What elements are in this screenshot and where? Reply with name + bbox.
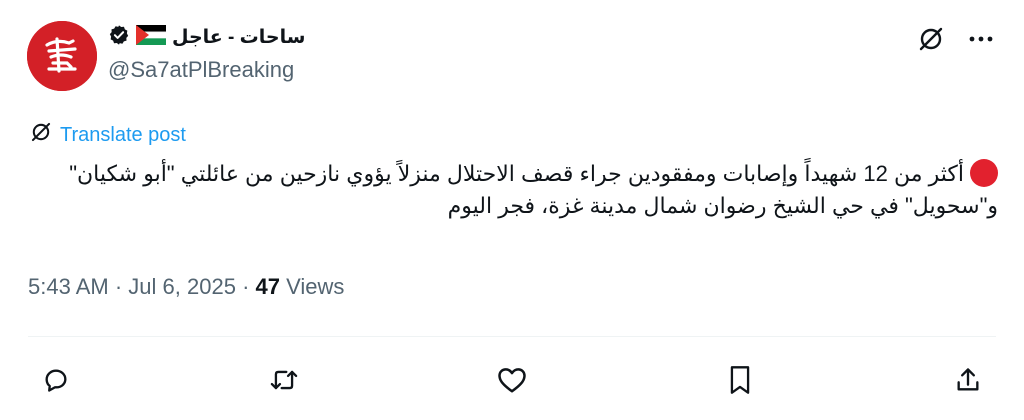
verified-badge-icon xyxy=(108,24,130,51)
translate-label[interactable]: Translate post xyxy=(60,124,186,147)
tweet-date[interactable]: Jul 6, 2025 xyxy=(128,274,236,300)
action-bar xyxy=(36,360,988,400)
palestine-flag-icon xyxy=(136,24,166,50)
author-display-name[interactable]: ساحات - عاجل xyxy=(172,26,305,49)
sahat-logo-icon xyxy=(27,21,97,91)
meta-separator: · xyxy=(114,274,123,299)
tweet-meta: 5:43 AM · Jul 6, 2025 · 47 Views xyxy=(28,274,344,300)
grok-icon[interactable] xyxy=(916,24,946,54)
meta-separator-2: · xyxy=(242,274,250,299)
more-icon[interactable] xyxy=(966,24,996,54)
reply-icon[interactable] xyxy=(36,360,76,400)
author-handle[interactable]: @Sa7atPlBreaking xyxy=(108,57,294,83)
red-circle-emoji-icon xyxy=(970,159,998,187)
divider xyxy=(28,336,996,337)
tweet-time[interactable]: 5:43 AM xyxy=(28,274,109,300)
views-count: 47 xyxy=(255,274,280,299)
views-label: Views xyxy=(286,274,345,299)
translate-post-link[interactable]: Translate post xyxy=(30,121,186,149)
tweet-text: أكثر من 12 شهيداً وإصابات ومفقودين جراء … xyxy=(69,161,998,218)
share-icon[interactable] xyxy=(948,360,988,400)
like-icon[interactable] xyxy=(492,360,532,400)
author-name-row[interactable]: ساحات - عاجل xyxy=(108,22,305,52)
tweet-body: أكثر من 12 شهيداً وإصابات ومفقودين جراء … xyxy=(26,158,998,222)
translate-icon xyxy=(30,121,52,149)
retweet-icon[interactable] xyxy=(264,360,304,400)
avatar[interactable] xyxy=(27,21,97,91)
bookmark-icon[interactable] xyxy=(720,360,760,400)
